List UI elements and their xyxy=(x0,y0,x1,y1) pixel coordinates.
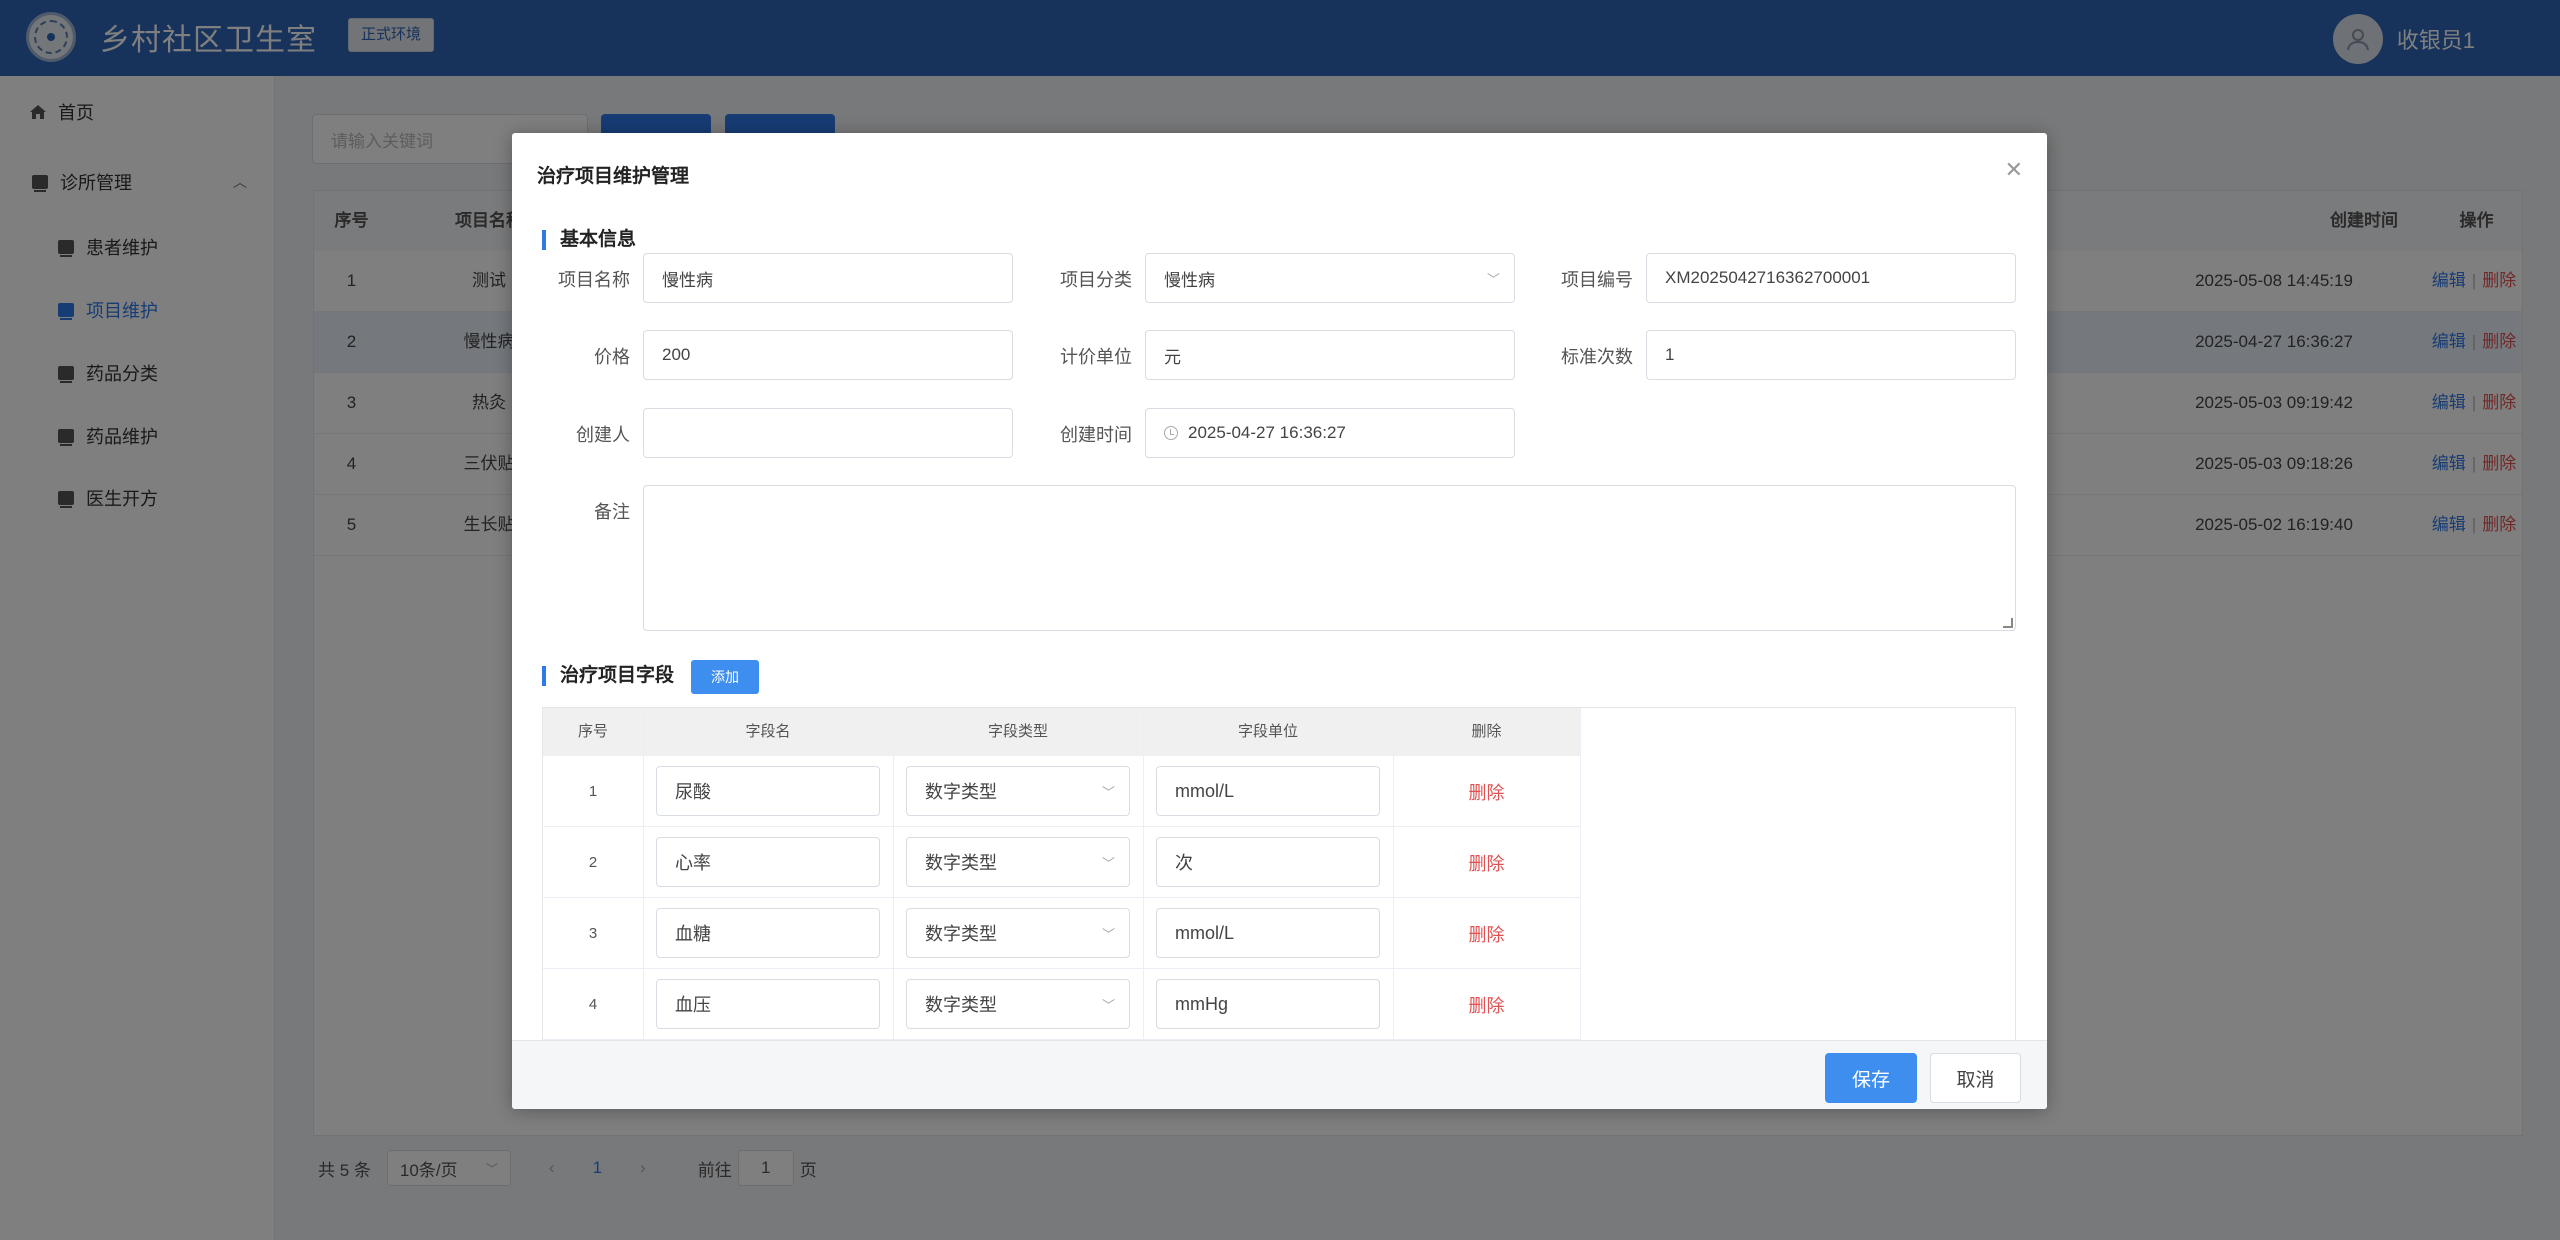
delete-field-link[interactable]: 删除 xyxy=(1469,921,1505,947)
field-type-select[interactable]: 数字类型 ﹀ xyxy=(906,979,1130,1029)
field-type-select[interactable]: 数字类型 ﹀ xyxy=(906,837,1130,887)
project-category-label: 项目分类 xyxy=(1060,270,1132,290)
field-unit-input[interactable]: mmol/L xyxy=(1156,766,1380,816)
chevron-down-icon: ﹀ xyxy=(1101,784,1115,800)
project-code-label: 项目编号 xyxy=(1561,270,1633,290)
dialog-title: 治疗项目维护管理 xyxy=(537,166,690,187)
delete-field-link[interactable]: 删除 xyxy=(1469,779,1505,805)
creator-input[interactable] xyxy=(643,408,1013,458)
th-field-unit: 字段单位 xyxy=(1237,723,1298,740)
price-label: 价格 xyxy=(594,347,630,367)
field-name-input[interactable]: 血糖 xyxy=(656,908,880,958)
add-field-button[interactable]: 添加 xyxy=(691,660,759,694)
remark-textarea[interactable] xyxy=(643,485,2016,631)
field-row: 1 尿酸 数字类型 ﹀ mmol/L 删除 xyxy=(543,756,1580,827)
field-type-select[interactable]: 数字类型 ﹀ xyxy=(906,908,1130,958)
th-field-name: 字段名 xyxy=(745,723,791,740)
field-row: 3 血糖 数字类型 ﹀ mmol/L 删除 xyxy=(543,898,1580,969)
created-time-label: 创建时间 xyxy=(1060,425,1132,445)
price-input[interactable]: 200 xyxy=(643,330,1013,380)
project-name-label: 项目名称 xyxy=(558,270,630,290)
unit-label: 计价单位 xyxy=(1060,347,1132,367)
resize-handle-icon[interactable] xyxy=(2003,618,2013,628)
field-unit-input[interactable]: mmHg xyxy=(1156,979,1380,1029)
field-unit-input[interactable]: mmol/L xyxy=(1156,908,1380,958)
remark-label: 备注 xyxy=(594,502,630,522)
creator-label: 创建人 xyxy=(576,425,630,445)
field-row: 2 心率 数字类型 ﹀ 次 删除 xyxy=(543,827,1580,898)
unit-input[interactable]: 元 xyxy=(1145,330,1515,380)
cell-index: 2 xyxy=(588,854,598,871)
cancel-button[interactable]: 取消 xyxy=(1930,1053,2021,1103)
created-time-picker[interactable]: 2025-04-27 16:36:27 xyxy=(1145,408,1515,458)
chevron-down-icon: ﹀ xyxy=(1101,855,1115,871)
field-unit-input[interactable]: 次 xyxy=(1156,837,1380,887)
field-name-input[interactable]: 血压 xyxy=(656,979,880,1029)
field-type-select[interactable]: 数字类型 ﹀ xyxy=(906,766,1130,816)
standard-count-input[interactable]: 1 xyxy=(1646,330,2016,380)
field-row: 4 血压 数字类型 ﹀ mmHg 删除 xyxy=(543,969,1580,1040)
clock-icon xyxy=(1164,426,1178,440)
standard-count-label: 标准次数 xyxy=(1561,347,1633,367)
section-title-basic: 基本信息 xyxy=(542,230,636,250)
field-name-input[interactable]: 心率 xyxy=(656,837,880,887)
cell-index: 3 xyxy=(588,925,598,942)
chevron-down-icon: ﹀ xyxy=(1101,926,1115,942)
th-delete: 删除 xyxy=(1471,723,1502,740)
cell-index: 1 xyxy=(588,783,598,800)
project-name-input[interactable]: 慢性病 xyxy=(643,253,1013,303)
section-title-fields: 治疗项目字段 xyxy=(542,666,674,686)
project-category-select[interactable]: 慢性病 ﹀ xyxy=(1145,253,1515,303)
save-button[interactable]: 保存 xyxy=(1825,1053,1917,1103)
delete-field-link[interactable]: 删除 xyxy=(1469,850,1505,876)
close-icon[interactable]: ✕ xyxy=(2005,157,2023,183)
chevron-down-icon: ﹀ xyxy=(1486,271,1500,287)
project-code-input[interactable]: XM2025042716362700001 xyxy=(1646,253,2016,303)
field-table-header: 序号 字段名 字段类型 字段单位 删除 xyxy=(543,708,1580,756)
project-edit-dialog: 治疗项目维护管理 ✕ 基本信息 项目名称 慢性病 项目分类 慢性病 ﹀ 项目编号 … xyxy=(512,133,2047,1109)
th-field-type: 字段类型 xyxy=(987,723,1048,740)
cell-index: 4 xyxy=(588,996,598,1013)
delete-field-link[interactable]: 删除 xyxy=(1469,992,1505,1018)
chevron-down-icon: ﹀ xyxy=(1101,997,1115,1013)
field-name-input[interactable]: 尿酸 xyxy=(656,766,880,816)
dialog-footer: 保存 取消 xyxy=(512,1040,2047,1109)
th-index: 序号 xyxy=(577,723,608,740)
